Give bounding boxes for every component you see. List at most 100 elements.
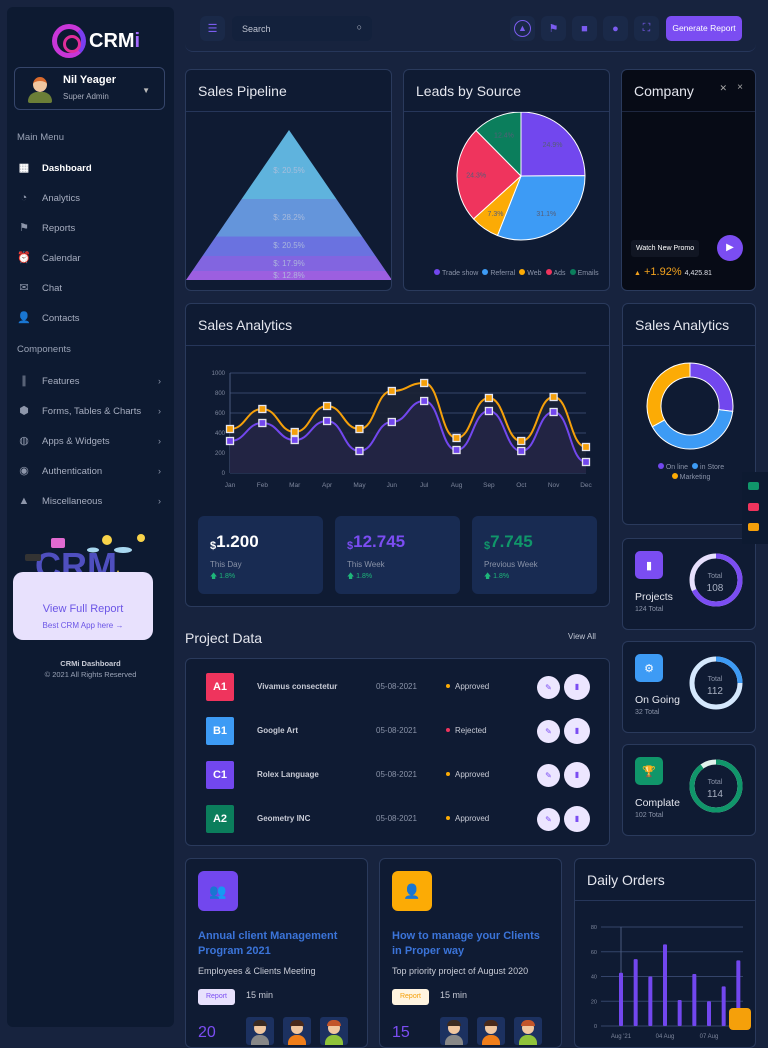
data-point[interactable] <box>225 424 235 434</box>
table-row[interactable]: C1 Rolex Language 05-08-2021 Approved ✎ ▮ <box>206 761 591 791</box>
user-profile-dropdown[interactable]: Nil Yeager Super Admin ▼ <box>14 67 165 110</box>
attendee-avatar[interactable] <box>283 1017 311 1045</box>
legend-item[interactable]: Trade show <box>434 269 478 277</box>
legend-item[interactable]: Marketing <box>671 473 710 481</box>
data-point[interactable] <box>290 435 299 445</box>
sidebar-item-reports[interactable]: ⚑ Reports <box>17 217 167 239</box>
attendee-avatar[interactable] <box>477 1017 505 1045</box>
bar[interactable] <box>692 974 697 1026</box>
report-tag[interactable]: Report <box>198 989 235 1005</box>
data-point[interactable] <box>387 417 396 427</box>
data-point[interactable] <box>581 457 591 467</box>
image-icon[interactable] <box>748 503 759 511</box>
event-title[interactable]: Annual client Management Program 2021 <box>198 929 358 959</box>
money-icon[interactable] <box>748 482 759 490</box>
sidebar-item-analytics[interactable]: ◔ Analytics <box>17 187 167 209</box>
promo-banner[interactable]: CRM View Full Report Best CRM App here → <box>13 530 153 640</box>
event-title[interactable]: How to manage your Clients in Proper way <box>392 929 552 959</box>
legend-item[interactable]: Referral <box>482 269 515 277</box>
bar[interactable] <box>721 986 726 1026</box>
sidebar-item-calendar[interactable]: ⏰ Calendar <box>17 247 167 269</box>
data-point[interactable] <box>258 404 267 414</box>
table-row[interactable]: A2 Geometry INC 05-08-2021 Approved ✎ ▮ <box>206 805 591 835</box>
donut-slice-marketing[interactable] <box>646 362 691 428</box>
close-icon[interactable]: × <box>737 82 743 93</box>
status-dot <box>446 816 450 820</box>
table-row[interactable]: B1 Google Art 05-08-2021 Rejected ✎ ▮ <box>206 717 591 747</box>
bar[interactable] <box>663 944 667 1026</box>
sidebar-item-features[interactable]: ∥ Features › <box>17 370 167 392</box>
bar[interactable] <box>619 972 623 1026</box>
sidebar-item-contacts[interactable]: 👤 Contacts <box>17 307 167 329</box>
data-point[interactable] <box>549 392 558 402</box>
data-point[interactable] <box>517 446 526 456</box>
flag-button[interactable]: ⚑ <box>541 16 566 41</box>
sidebar-item-miscellaneous[interactable]: ▲ Miscellaneous › <box>17 490 167 512</box>
donut-slice-in-store[interactable] <box>651 409 734 450</box>
sidebar-item-apps-widgets[interactable]: ◍ Apps & Widgets › <box>17 430 167 452</box>
data-point[interactable] <box>355 446 364 456</box>
data-point[interactable] <box>225 436 235 446</box>
data-point[interactable] <box>322 416 332 426</box>
data-point[interactable] <box>452 445 461 455</box>
donut-slice-on-line[interactable] <box>689 362 734 412</box>
attendee-avatar[interactable] <box>440 1017 468 1045</box>
bar[interactable] <box>677 1000 682 1026</box>
data-point[interactable] <box>387 386 396 396</box>
legend-item[interactable]: in Store <box>692 463 724 471</box>
data-point[interactable] <box>517 436 526 446</box>
play-button[interactable]: ▶ <box>717 235 743 261</box>
attendee-avatar[interactable] <box>246 1017 274 1045</box>
collapse-icon[interactable]: ✕ <box>719 83 727 94</box>
report-tag[interactable]: Report <box>392 989 429 1005</box>
fullscreen-button[interactable]: ⛶ <box>634 16 659 41</box>
legend-item[interactable]: On line <box>657 463 688 471</box>
sidebar-item-chat[interactable]: ✉ Chat <box>17 277 167 299</box>
promo-subtitle[interactable]: Best CRM App here → <box>43 621 124 630</box>
data-point[interactable] <box>549 407 558 417</box>
search-input[interactable]: Search ○ <box>232 16 372 41</box>
attendee-avatar[interactable] <box>320 1017 348 1045</box>
data-point[interactable] <box>452 433 461 443</box>
sidebar-item-forms-tables-charts[interactable]: ⬢ Forms, Tables & Charts › <box>17 400 167 422</box>
delete-button[interactable]: ▮ <box>564 718 590 744</box>
table-row[interactable]: A1 Vivamus consectetur 05-08-2021 Approved ✎… <box>206 673 591 703</box>
event-duration: 15 min <box>440 990 468 1000</box>
bar[interactable] <box>707 1001 711 1026</box>
layers-icon[interactable] <box>748 523 759 531</box>
data-point[interactable] <box>290 427 299 437</box>
data-point[interactable] <box>581 442 591 452</box>
settings-fab-button[interactable] <box>729 1008 751 1030</box>
edit-button[interactable]: ✎ <box>537 808 560 831</box>
delete-button[interactable]: ▮ <box>564 674 590 700</box>
view-full-report-link[interactable]: View Full Report <box>13 603 153 615</box>
data-point[interactable] <box>258 418 267 428</box>
legend-item[interactable]: Ads <box>545 269 566 277</box>
messages-button[interactable]: ● <box>603 16 628 41</box>
view-all-link[interactable]: View All <box>568 632 596 641</box>
attendee-avatar[interactable] <box>514 1017 542 1045</box>
logo[interactable]: CRMi <box>52 24 140 58</box>
delete-button[interactable]: ▮ <box>564 806 590 832</box>
delete-button[interactable]: ▮ <box>564 762 590 788</box>
edit-button[interactable]: ✎ <box>537 764 560 787</box>
menu-toggle-button[interactable]: ☰ <box>200 16 225 41</box>
data-point[interactable] <box>420 396 429 406</box>
pyramid-segment[interactable] <box>241 130 337 199</box>
data-point[interactable] <box>484 406 494 416</box>
sidebar-item-dashboard[interactable]: ▦ Dashboard <box>17 157 167 179</box>
data-point[interactable] <box>420 378 429 388</box>
sidebar-item-authentication[interactable]: ◉ Authentication › <box>17 460 167 482</box>
generate-report-button[interactable]: Generate Report <box>666 16 742 41</box>
legend-item[interactable]: Web <box>519 269 542 277</box>
edit-button[interactable]: ✎ <box>537 676 560 699</box>
data-point[interactable] <box>355 424 364 434</box>
data-point[interactable] <box>322 401 332 411</box>
bar[interactable] <box>633 959 638 1026</box>
documents-button[interactable]: ■ <box>572 16 597 41</box>
legend-item[interactable]: Emails <box>569 269 599 277</box>
edit-button[interactable]: ✎ <box>537 720 560 743</box>
notifications-button[interactable]: ▲ <box>510 16 535 41</box>
bar[interactable] <box>648 976 653 1027</box>
data-point[interactable] <box>484 393 494 403</box>
